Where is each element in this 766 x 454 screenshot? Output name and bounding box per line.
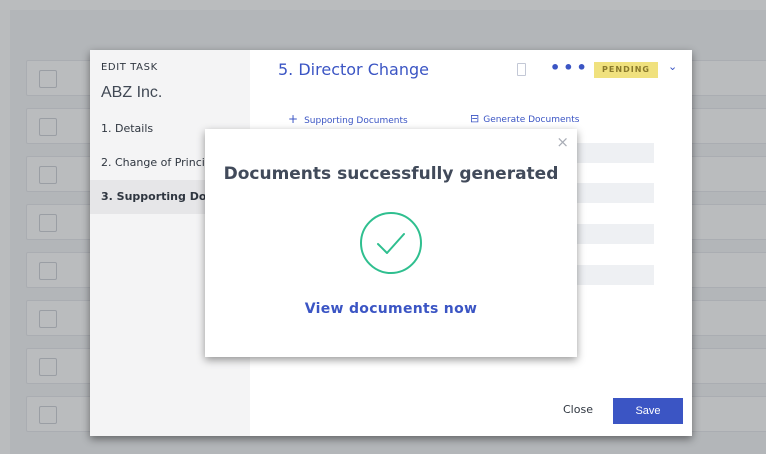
plus-icon: + bbox=[288, 112, 299, 126]
document-icon[interactable] bbox=[517, 63, 526, 76]
status-badge: PENDING bbox=[594, 62, 658, 78]
save-button[interactable]: Save bbox=[613, 398, 683, 424]
supporting-documents-label: Supporting Documents bbox=[304, 116, 408, 126]
check-circle-icon bbox=[359, 211, 423, 275]
success-modal: × Documents successfully generated View … bbox=[205, 129, 577, 357]
company-name: ABZ Inc. bbox=[101, 84, 163, 101]
chevron-down-icon[interactable]: ⌄ bbox=[668, 60, 677, 73]
generate-documents-label: Generate Documents bbox=[483, 115, 580, 125]
task-title: 5. Director Change bbox=[278, 60, 429, 79]
modal-title: Documents successfully generated bbox=[223, 164, 559, 184]
view-documents-link[interactable]: View documents now bbox=[205, 301, 577, 317]
document-generate-icon: ⊟ bbox=[470, 112, 480, 125]
close-button[interactable]: Close bbox=[563, 403, 593, 416]
edit-task-label: EDIT TASK bbox=[101, 62, 158, 73]
generate-documents-link[interactable]: ⊟ Generate Documents bbox=[470, 112, 579, 125]
close-icon[interactable]: × bbox=[556, 133, 569, 151]
more-dots-icon[interactable]: ••• bbox=[550, 58, 590, 77]
supporting-documents-link[interactable]: + Supporting Documents bbox=[288, 112, 408, 126]
